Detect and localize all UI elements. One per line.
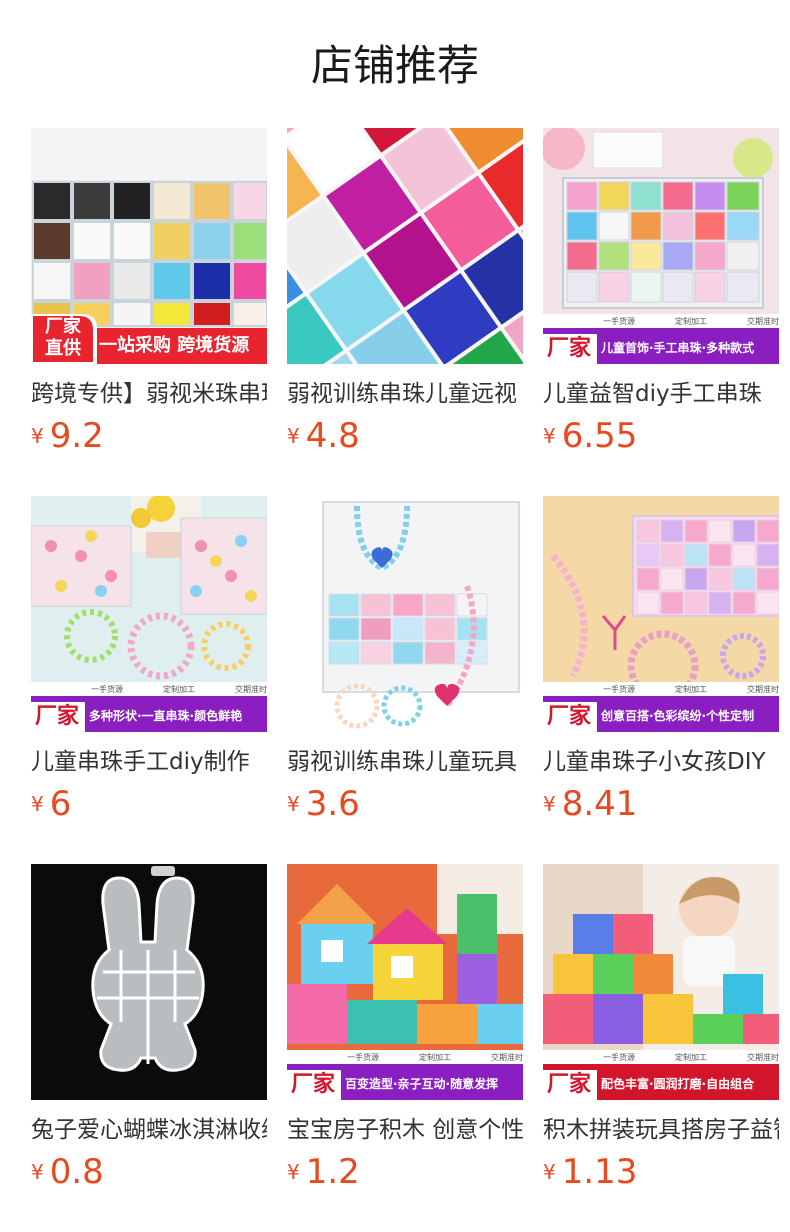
product-card-2[interactable]: 弱视训练串珠儿童远视 ¥4.8: [287, 128, 523, 456]
product-name[interactable]: 宝宝房子积木 创意个性: [287, 1114, 523, 1146]
product-card-9[interactable]: 一手货源 定制加工 交期准时 厂家 配色丰富·圆润打磨·自由组合 积木拼装玩具搭…: [543, 864, 779, 1192]
currency-symbol: ¥: [543, 424, 556, 448]
product-card-3[interactable]: 一手货源 定制加工 交期准时 厂家 儿童首饰·手工串珠·多种款式 儿童益智diy…: [543, 128, 779, 456]
strip-item: 一手货源: [91, 685, 123, 694]
strip-item: 一手货源: [603, 685, 635, 694]
banner-text: 儿童首饰·手工串珠·多种款式: [601, 341, 755, 355]
currency-symbol: ¥: [287, 424, 300, 448]
strip-item: 定制加工: [675, 1053, 707, 1062]
price-value: 8.41: [561, 784, 638, 824]
product-price: ¥6.55: [543, 416, 779, 456]
product-name[interactable]: 儿童益智diy手工串珠: [543, 378, 779, 410]
currency-symbol: ¥: [287, 792, 300, 816]
product-price: ¥0.8: [31, 1152, 267, 1192]
currency-symbol: ¥: [31, 1160, 44, 1184]
product-image[interactable]: 厂家直供 一站采购 跨境货源: [31, 128, 267, 364]
product-price: ¥3.6: [287, 784, 523, 824]
price-value: 3.6: [305, 784, 360, 824]
currency-symbol: ¥: [543, 792, 556, 816]
price-value: 0.8: [49, 1152, 104, 1192]
product-image[interactable]: 一手货源 定制加工 交期准时 厂家 百变造型·亲子互动·随意发挥: [287, 864, 523, 1100]
product-card-4[interactable]: 一手货源 定制加工 交期准时 厂家 多种形状·一直串珠·颜色鲜艳 儿童串珠手工d…: [31, 496, 267, 824]
banner-text: 多种形状·一直串珠·颜色鲜艳: [89, 709, 243, 723]
strip-item: 交期准时: [747, 685, 779, 694]
product-image[interactable]: [287, 496, 523, 732]
price-value: 1.2: [305, 1152, 360, 1192]
girls-bead-set-image: [543, 496, 779, 732]
banner-badge: 厂家: [547, 704, 592, 729]
banner-text: 创意百搭·色彩缤纷·个性定制: [601, 709, 755, 723]
rabbit-storage-box-image: [31, 864, 267, 1100]
banner-badge: 厂家: [547, 336, 592, 361]
bead-necklace-kit-image: [287, 496, 523, 732]
building-blocks-child-image: [543, 864, 779, 1100]
product-card-5[interactable]: 弱视训练串珠儿童玩具 ¥3.6: [287, 496, 523, 824]
banner-strip: 一手货源 定制加工 交期准时: [91, 684, 267, 695]
product-card-7[interactable]: 兔子爱心蝴蝶冰淇淋收纳盒 ¥0.8: [31, 864, 267, 1192]
banner-strip: 一手货源 定制加工 交期准时: [347, 1052, 523, 1063]
product-name[interactable]: 弱视训练串珠儿童玩具: [287, 746, 523, 778]
banner-badge: 厂家: [291, 1072, 336, 1097]
banner-text: 配色丰富·圆润打磨·自由组合: [601, 1077, 755, 1091]
product-price: ¥4.8: [287, 416, 523, 456]
banner-strip: 一手货源 定制加工 交期准时: [603, 1052, 779, 1063]
currency-symbol: ¥: [287, 1160, 300, 1184]
strip-item: 交期准时: [747, 1053, 779, 1062]
product-image[interactable]: 一手货源 定制加工 交期准时 厂家 儿童首饰·手工串珠·多种款式: [543, 128, 779, 364]
banner-strip: 一手货源 定制加工 交期准时: [603, 684, 779, 695]
price-value: 6: [49, 784, 72, 824]
price-value: 4.8: [305, 416, 360, 456]
product-card-6[interactable]: 一手货源 定制加工 交期准时 厂家 创意百搭·色彩缤纷·个性定制 儿童串珠子小女…: [543, 496, 779, 824]
product-price: ¥6: [31, 784, 267, 824]
strip-item: 定制加工: [163, 685, 195, 694]
product-name[interactable]: 跨境专供】弱视米珠串珠儿童: [31, 378, 267, 410]
product-price: ¥9.2: [31, 416, 267, 456]
currency-symbol: ¥: [31, 792, 44, 816]
product-image[interactable]: 一手货源 定制加工 交期准时 厂家 创意百搭·色彩缤纷·个性定制: [543, 496, 779, 732]
house-blocks-image: [287, 864, 523, 1100]
banner-badge: 厂家直供: [45, 316, 81, 359]
price-value: 9.2: [49, 416, 104, 456]
product-name[interactable]: 弱视训练串珠儿童远视: [287, 378, 523, 410]
product-card-8[interactable]: 一手货源 定制加工 交期准时 厂家 百变造型·亲子互动·随意发挥 宝宝房子积木 …: [287, 864, 523, 1192]
price-value: 1.13: [561, 1152, 638, 1192]
banner-text: 百变造型·亲子互动·随意发挥: [345, 1077, 499, 1091]
page-title: 店铺推荐: [310, 41, 479, 90]
strip-item: 定制加工: [675, 685, 707, 694]
product-name[interactable]: 儿童串珠子小女孩DIY: [543, 746, 779, 778]
kids-bead-kit-image: [543, 128, 779, 364]
seed-bead-box-image: [287, 128, 523, 364]
product-image[interactable]: [287, 128, 523, 364]
strip-item: 定制加工: [419, 1053, 451, 1062]
banner-badge: 厂家: [35, 704, 80, 729]
product-image[interactable]: 一手货源 定制加工 交期准时 厂家 多种形状·一直串珠·颜色鲜艳: [31, 496, 267, 732]
strip-item: 交期准时: [747, 317, 779, 326]
currency-symbol: ¥: [543, 1160, 556, 1184]
product-price: ¥8.41: [543, 784, 779, 824]
product-image[interactable]: 一手货源 定制加工 交期准时 厂家 配色丰富·圆润打磨·自由组合: [543, 864, 779, 1100]
banner-text: 一站采购 跨境货源: [99, 335, 250, 356]
strip-item: 定制加工: [675, 317, 707, 326]
product-price: ¥1.13: [543, 1152, 779, 1192]
strip-item: 一手货源: [603, 317, 635, 326]
strip-item: 一手货源: [347, 1053, 379, 1062]
product-name[interactable]: 兔子爱心蝴蝶冰淇淋收纳盒: [31, 1114, 267, 1146]
strip-item: 交期准时: [491, 1053, 523, 1062]
banner-strip: 一手货源 定制加工 交期准时: [603, 316, 779, 327]
strip-item: 交期准时: [235, 685, 267, 694]
banner-badge: 厂家: [547, 1072, 592, 1097]
product-image[interactable]: [31, 864, 267, 1100]
product-name[interactable]: 儿童串珠手工diy制作: [31, 746, 267, 778]
strip-item: 一手货源: [603, 1053, 635, 1062]
product-card-1[interactable]: 厂家直供 一站采购 跨境货源 跨境专供】弱视米珠串珠儿童 ¥9.2: [31, 128, 267, 456]
diy-bead-set-image: [31, 496, 267, 732]
product-name[interactable]: 积木拼装玩具搭房子益智: [543, 1114, 779, 1146]
product-price: ¥1.2: [287, 1152, 523, 1192]
currency-symbol: ¥: [31, 424, 44, 448]
price-value: 6.55: [561, 416, 638, 456]
